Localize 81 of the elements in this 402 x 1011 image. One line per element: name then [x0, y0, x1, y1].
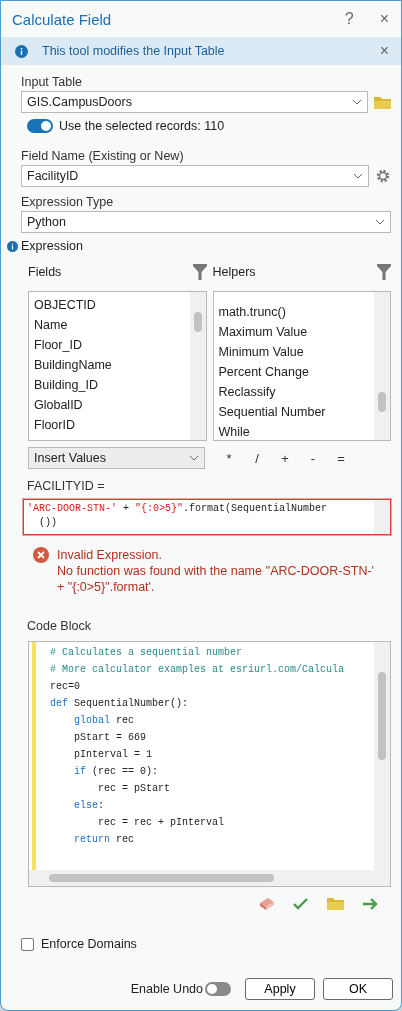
code-line: rec = pStart [97, 782, 171, 796]
code-line: # More calculator examples at esriurl.com/Calcula [50, 663, 346, 677]
code-line: rec = rec + pInterval [97, 816, 226, 830]
scrollbar[interactable] [374, 292, 390, 440]
info-icon [15, 44, 28, 58]
close-button[interactable]: × [375, 10, 393, 28]
ok-button[interactable]: OK [323, 978, 393, 1000]
error-message: No function was found with the name ''ARC-DOOR-STN-' + "{:0>5}".format'. [57, 563, 375, 595]
operator-button[interactable]: - [299, 449, 327, 467]
list-item[interactable]: Name [34, 315, 185, 335]
section-label: Expression [21, 239, 83, 253]
folder-icon[interactable] [327, 897, 344, 911]
list-heading: Helpers [212, 265, 256, 279]
chevron-down-icon [352, 99, 362, 105]
checkbox[interactable] [21, 937, 34, 951]
list-item[interactable]: math.trunc() [218, 302, 369, 322]
scrollbar[interactable] [189, 292, 206, 440]
help-button[interactable]: ? [340, 10, 358, 28]
info-icon [7, 240, 18, 252]
field-label: Field Name (Existing or New) [21, 149, 185, 163]
code-line: ()) [38, 516, 58, 530]
list-item[interactable]: While [218, 422, 369, 442]
operator-button[interactable]: = [327, 449, 355, 467]
expression-type-dropdown[interactable]: Python [21, 211, 391, 233]
scrollbar[interactable] [29, 870, 390, 886]
chevron-down-icon [375, 219, 385, 225]
info-message: This tool modifies the Input Table [42, 44, 226, 58]
error-icon [33, 547, 49, 563]
apply-button[interactable]: Apply [245, 978, 315, 1000]
field-label: Input Table [21, 75, 83, 89]
operator-button[interactable]: / [243, 449, 271, 467]
list-item[interactable]: GlobalID [34, 395, 185, 415]
folder-icon[interactable] [374, 95, 391, 109]
code-line: global rec [73, 714, 136, 728]
filter-icon[interactable] [192, 264, 207, 280]
code-line: else: [73, 799, 106, 813]
operator-button[interactable]: + [271, 449, 299, 467]
list-item[interactable]: OBJECTID [34, 295, 185, 315]
gear-icon[interactable] [375, 168, 391, 184]
code-line: 'ARC-DOOR-STN-' + "{:0>5}".format(SequentialNumber [27, 502, 329, 516]
field-label: Expression Type [21, 195, 115, 209]
arrow-right-icon[interactable] [362, 897, 379, 911]
filter-icon[interactable] [377, 264, 391, 280]
list-heading: Fields [28, 265, 62, 279]
code-line: def SequentialNumber(): [50, 697, 190, 711]
code-line: rec=0 [50, 680, 81, 694]
code-line: return rec [73, 833, 136, 847]
book-icon[interactable] [259, 897, 275, 911]
list-item[interactable]: Maximum Value [218, 322, 369, 342]
code-line: pStart = 669 [73, 731, 147, 745]
code-editor[interactable] [28, 641, 391, 887]
chevron-down-icon [353, 173, 363, 179]
window-title: Calculate Field [12, 10, 113, 28]
toggle-switch[interactable] [205, 982, 231, 996]
checkmark-icon[interactable] [293, 897, 309, 911]
expression-label: FACILITYID = [26, 479, 106, 493]
field-name-dropdown[interactable]: FacilityID [21, 165, 369, 187]
list-item[interactable]: Reclassify [218, 382, 369, 402]
code-block-label: Code Block [26, 619, 92, 633]
list-item[interactable]: Minimum Value [218, 342, 369, 362]
chevron-down-icon [189, 455, 199, 461]
list-item[interactable]: BuildingName [34, 355, 185, 375]
error-title: Invalid Expression. [57, 547, 163, 563]
scrollbar[interactable] [374, 642, 390, 870]
code-line: # Calculates a sequential number [50, 646, 244, 660]
expression-editor[interactable]: 'ARC-DOOR-STN-' + "{:0>5}".format(SequentialNumber ()) [23, 499, 391, 535]
checkbox-label: Enforce Domains [41, 937, 137, 951]
close-button[interactable]: × [375, 42, 393, 60]
insert-values-dropdown[interactable]: Insert Values [28, 447, 205, 469]
list-item[interactable]: Building_ID [34, 375, 185, 395]
list-item[interactable]: Floor_ID [34, 335, 185, 355]
input-table-dropdown[interactable]: GIS.CampusDoors [21, 91, 368, 113]
list-item[interactable]: Sequential Number [218, 402, 369, 422]
list-item[interactable]: FloorID [34, 415, 185, 435]
list-item[interactable]: Percent Change [218, 362, 369, 382]
toggle-label: Use the selected records: 110 [59, 119, 225, 133]
code-line: if (rec == 0): [73, 765, 160, 779]
toggle-label: Enable Undo [130, 982, 203, 996]
code-line: pInterval = 1 [73, 748, 153, 762]
toggle-switch[interactable] [27, 119, 53, 133]
operator-button[interactable]: * [215, 449, 243, 467]
